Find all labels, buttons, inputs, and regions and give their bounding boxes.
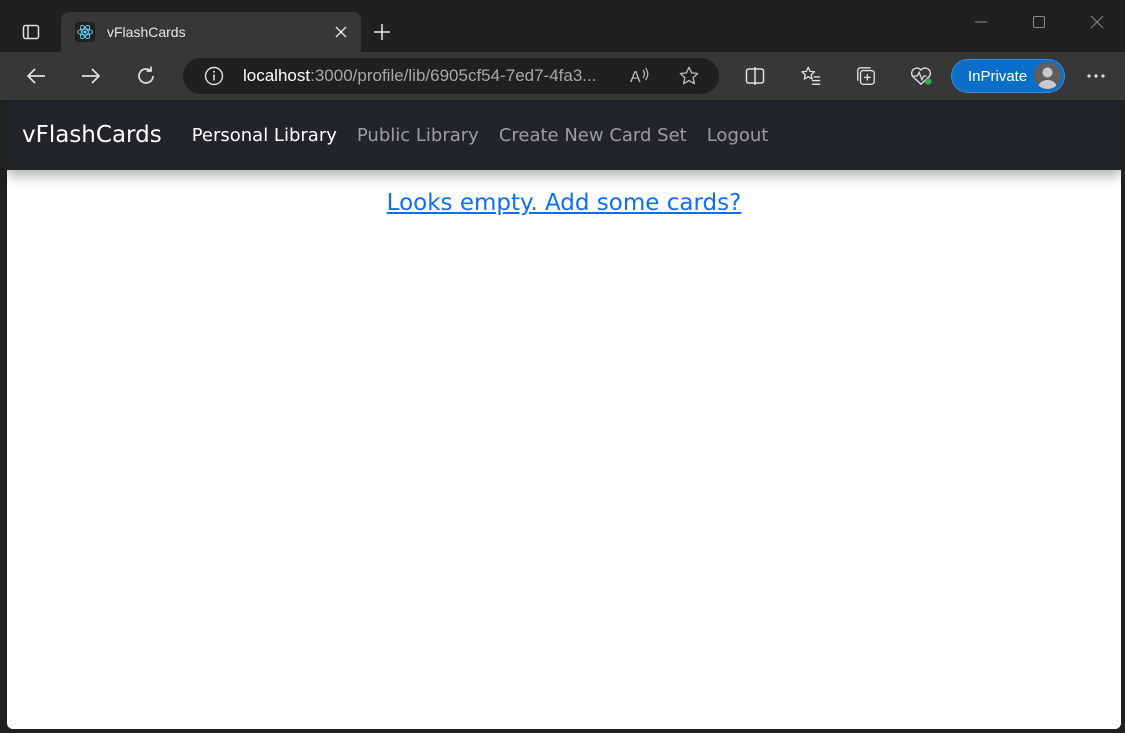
star-icon bbox=[679, 66, 699, 85]
address-path: :3000/profile/lib/6905cf54-7ed7-4fa3... bbox=[310, 66, 597, 85]
address-host: localhost bbox=[243, 66, 311, 85]
tab-close-button[interactable] bbox=[329, 20, 353, 44]
svg-text:A: A bbox=[630, 69, 641, 86]
tab-actions-icon bbox=[22, 24, 40, 40]
inprivate-profile-button[interactable]: InPrivate bbox=[951, 59, 1065, 93]
site-info-button[interactable] bbox=[203, 65, 225, 87]
browser-tab[interactable]: vFlashCards bbox=[61, 12, 361, 52]
browser-titlebar: vFlashCards bbox=[0, 0, 1125, 52]
collections-button[interactable] bbox=[848, 58, 884, 94]
read-aloud-icon: A bbox=[630, 67, 649, 86]
react-icon bbox=[75, 22, 95, 42]
split-screen-button[interactable] bbox=[737, 58, 773, 94]
close-icon bbox=[1090, 15, 1104, 29]
nav-links: Personal Library Public Library Create N… bbox=[192, 125, 789, 146]
nav-logout[interactable]: Logout bbox=[707, 125, 769, 146]
minimize-icon bbox=[975, 21, 987, 23]
add-cards-link[interactable]: Looks empty. Add some cards? bbox=[387, 190, 742, 216]
maximize-button[interactable] bbox=[1016, 4, 1062, 40]
page-viewport: vFlashCards Personal Library Public Libr… bbox=[7, 100, 1121, 729]
close-icon bbox=[335, 26, 347, 38]
more-button[interactable] bbox=[1078, 58, 1114, 94]
split-screen-icon bbox=[745, 67, 765, 85]
refresh-icon bbox=[138, 66, 154, 84]
nav-public-library[interactable]: Public Library bbox=[357, 125, 479, 146]
address-url[interactable]: localhost:3000/profile/lib/6905cf54-7ed7… bbox=[243, 66, 613, 86]
plus-icon bbox=[374, 24, 390, 40]
app-brand[interactable]: vFlashCards bbox=[22, 122, 162, 148]
more-icon bbox=[1087, 74, 1105, 78]
browser-essentials-icon bbox=[910, 67, 932, 85]
forward-arrow-icon bbox=[82, 68, 101, 84]
window-close-button[interactable] bbox=[1074, 4, 1120, 40]
back-button[interactable] bbox=[18, 58, 54, 94]
browser-toolbar: localhost:3000/profile/lib/6905cf54-7ed7… bbox=[0, 52, 1125, 100]
tab-actions-button[interactable] bbox=[12, 13, 50, 51]
inprivate-label: InPrivate bbox=[968, 67, 1028, 85]
app-navbar: vFlashCards Personal Library Public Libr… bbox=[7, 100, 1121, 170]
refresh-button[interactable] bbox=[128, 58, 164, 94]
nav-create-card-set[interactable]: Create New Card Set bbox=[499, 125, 687, 146]
read-aloud-button[interactable]: A bbox=[629, 65, 651, 87]
info-icon bbox=[204, 66, 224, 86]
forward-button[interactable] bbox=[73, 58, 109, 94]
minimize-button[interactable] bbox=[958, 4, 1004, 40]
avatar bbox=[1034, 62, 1061, 89]
empty-state: Looks empty. Add some cards? bbox=[7, 190, 1121, 216]
back-arrow-icon bbox=[26, 68, 45, 84]
favorites-button[interactable] bbox=[793, 58, 829, 94]
favorite-button[interactable] bbox=[678, 65, 700, 87]
collections-icon bbox=[857, 67, 875, 85]
maximize-icon bbox=[1033, 16, 1045, 28]
favorites-list-icon bbox=[801, 66, 821, 85]
tab-title: vFlashCards bbox=[107, 24, 186, 40]
nav-personal-library[interactable]: Personal Library bbox=[192, 125, 337, 146]
new-tab-button[interactable] bbox=[365, 16, 399, 48]
address-bar[interactable]: localhost:3000/profile/lib/6905cf54-7ed7… bbox=[183, 58, 719, 94]
browser-essentials-button[interactable] bbox=[903, 58, 939, 94]
